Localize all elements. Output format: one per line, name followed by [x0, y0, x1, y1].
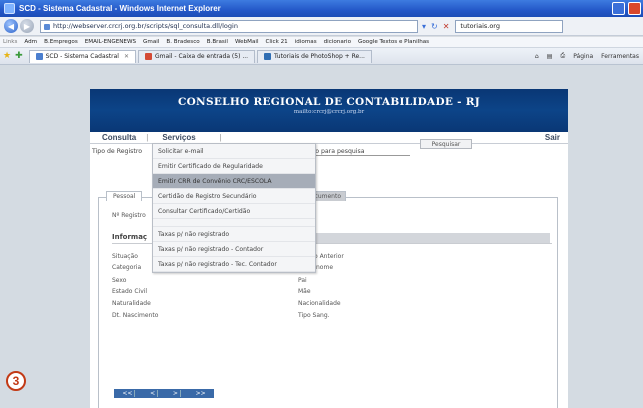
menu-sair[interactable]: Sair	[545, 133, 560, 142]
link-item[interactable]: WebMail	[235, 39, 259, 45]
step-number-badge: 3	[6, 371, 26, 391]
field-categoria: Categoria	[112, 264, 142, 271]
field-naturalidade: Naturalidade	[112, 300, 151, 307]
menu-consulta[interactable]: Consulta	[90, 133, 136, 142]
field-anterior: o Anterior	[314, 253, 344, 260]
home-icon[interactable]: ⌂	[535, 53, 539, 60]
link-item[interactable]: B.Brasil	[207, 39, 228, 45]
site-banner: CONSELHO REGIONAL DE CONTABILIDADE - RJ …	[90, 89, 568, 132]
field-sexo: Sexo	[112, 277, 127, 284]
menu-separator: |	[146, 133, 149, 142]
command-bar: ⌂ ▤ ⎙ Página Ferramentas	[535, 52, 643, 60]
tab-label: Gmail - Caixa de entrada (5) ...	[154, 53, 249, 60]
search-input[interactable]: tutoriais.org	[455, 19, 564, 33]
site-title: CONSELHO REGIONAL DE CONTABILIDADE - RJ	[177, 96, 481, 108]
link-item[interactable]: Adm	[24, 39, 37, 45]
links-bar: Links Adm B.Empregos EMAIL-ENGENEWS Gmai…	[0, 37, 643, 48]
feeds-icon[interactable]: ▤	[547, 53, 553, 60]
field-nacionalidade: Nacionalidade	[298, 300, 341, 307]
field-pai: Pai	[298, 277, 307, 284]
scd-favicon-icon	[35, 53, 43, 60]
tab-label: Tutoriais de PhotoShop + Re...	[274, 53, 365, 60]
link-item[interactable]: EMAIL-ENGENEWS	[85, 39, 136, 45]
tab-scd[interactable]: SCD - Sistema Cadastral ✕	[28, 49, 136, 63]
servicos-dropdown: Solicitar e-mail Emitir Certificado de R…	[152, 143, 316, 273]
tab-gmail[interactable]: Gmail - Caixa de entrada (5) ...	[137, 49, 256, 63]
field-dt-nascimento: Dt. Nascimento	[112, 312, 159, 319]
menu-item-taxas[interactable]: Taxas p/ não registrado	[153, 227, 315, 242]
pager-last[interactable]: >>	[194, 390, 208, 397]
pager: << < > >>	[114, 389, 214, 398]
favorites-star-icon[interactable]: ★	[3, 51, 11, 61]
menu-item-taxas-contador[interactable]: Taxas p/ não registrado - Contador	[153, 242, 315, 257]
details-tabs: Pessoal	[106, 191, 143, 201]
link-item[interactable]: B. Bradesco	[166, 39, 199, 45]
field-situacao: Situação	[112, 253, 138, 260]
gmail-favicon-icon	[144, 53, 152, 60]
print-icon[interactable]: ⎙	[560, 52, 565, 60]
links-label: Links	[3, 39, 18, 45]
site-email-link[interactable]: mailto:crcrj@crcrj.org.br	[90, 109, 568, 115]
registro-label: Nº Registro	[112, 212, 146, 219]
window-title: SCD - Sistema Cadastral - Windows Intern…	[19, 4, 221, 13]
browser-viewport: CONSELHO REGIONAL DE CONTABILIDADE - RJ …	[0, 65, 643, 408]
menu-item-taxas-tec-contador[interactable]: Taxas p/ não registrado - Tec. Contador	[153, 257, 315, 272]
link-item[interactable]: Google Textos e Planilhas	[358, 39, 429, 45]
stop-icon[interactable]: ✕	[443, 22, 450, 31]
informacoes-title: Informaç	[112, 233, 148, 241]
pager-next[interactable]: >	[171, 390, 181, 397]
tab-tutoriais[interactable]: Tutoriais de PhotoShop + Re...	[257, 49, 372, 63]
menu-servicos[interactable]: Serviços	[150, 133, 195, 142]
menu-item-crr-convenio[interactable]: Emitir CRR de Convênio CRC/ESCOLA	[153, 174, 315, 189]
field-estado-civil: Estado Civil	[112, 288, 148, 295]
page-menu[interactable]: Página	[573, 53, 593, 60]
menu-item-solicitar-email[interactable]: Solicitar e-mail	[153, 144, 315, 159]
close-window-button[interactable]	[628, 2, 641, 15]
refresh-icon[interactable]: ↻	[431, 22, 438, 31]
back-button[interactable]: ◀	[4, 19, 18, 33]
address-toolbar: ◀ ▶ http://webserver.crcrj.org.br/script…	[0, 17, 643, 36]
link-item[interactable]: B.Empregos	[44, 39, 78, 45]
window-titlebar: SCD - Sistema Cadastral - Windows Intern…	[0, 0, 643, 17]
tipo-registro-label: Tipo de Registro	[92, 148, 143, 155]
link-item[interactable]: idiomas	[295, 39, 317, 45]
menu-item-certidao-registro[interactable]: Certidão de Registro Secundário	[153, 189, 315, 204]
tab-pessoal[interactable]: Pessoal	[106, 191, 143, 201]
address-input[interactable]: http://webserver.crcrj.org.br/scripts/sq…	[40, 19, 418, 33]
pager-prev[interactable]: <	[148, 390, 159, 397]
tools-menu[interactable]: Ferramentas	[601, 53, 639, 60]
close-tab-icon[interactable]: ✕	[124, 53, 129, 60]
link-item[interactable]: dicionario	[324, 39, 351, 45]
pesquisar-button[interactable]: Pesquisar	[420, 139, 472, 149]
browser-tabs-bar: ★ ✚ SCD - Sistema Cadastral ✕ Gmail - Ca…	[0, 48, 643, 65]
add-favorite-icon[interactable]: ✚	[15, 51, 23, 61]
field-mae: Mãe	[298, 288, 311, 295]
section-header-band	[300, 233, 550, 243]
photoshop-favicon-icon	[264, 53, 272, 60]
forward-button[interactable]: ▶	[20, 19, 34, 33]
address-controls: ▾ ↻ ✕	[422, 22, 449, 31]
field-tipo-sang: Tipo Sang.	[298, 312, 330, 319]
field-nome: nome	[316, 264, 334, 271]
menu-item-consultar-certificado[interactable]: Consultar Certificado/Certidão	[153, 204, 315, 219]
menu-item-certificado-regularidade[interactable]: Emitir Certificado de Regularidade	[153, 159, 315, 174]
link-item[interactable]: Gmail	[143, 39, 159, 45]
menu-separator: |	[219, 133, 222, 142]
link-item[interactable]: Click 21	[266, 39, 288, 45]
tab-label: SCD - Sistema Cadastral	[45, 53, 119, 60]
ie-icon	[4, 3, 15, 14]
dropdown-arrow-icon[interactable]: ▾	[422, 22, 426, 31]
pager-first[interactable]: <<	[120, 390, 136, 397]
menu-separator	[153, 219, 315, 227]
minimize-button[interactable]	[612, 2, 625, 15]
